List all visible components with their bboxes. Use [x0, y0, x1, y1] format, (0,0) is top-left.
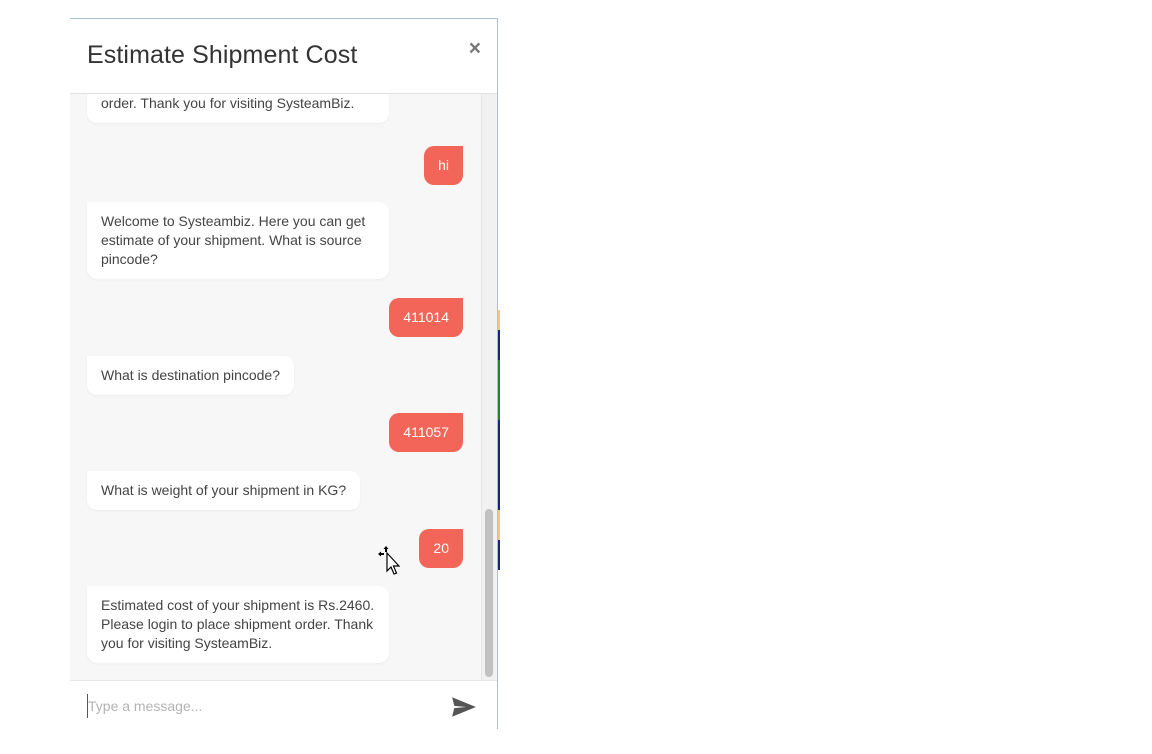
user-message: hi	[424, 146, 463, 185]
chat-header: Estimate Shipment Cost ×	[70, 19, 497, 94]
message-list: order. Thank you for visiting SysteamBiz…	[70, 94, 481, 680]
page: Estimate Shipment Cost × order. Thank yo…	[0, 0, 1152, 754]
bot-message: Estimated cost of your shipment is Rs.24…	[87, 586, 389, 663]
bot-message: What is weight of your shipment in KG?	[87, 471, 361, 510]
user-message: 411057	[389, 413, 463, 452]
bot-message: Welcome to Systeambiz. Here you can get …	[87, 202, 389, 279]
scrollbar[interactable]	[481, 94, 497, 680]
composer	[70, 680, 497, 729]
user-message: 411014	[389, 298, 463, 337]
chat-window: Estimate Shipment Cost × order. Thank yo…	[70, 18, 498, 729]
close-icon[interactable]: ×	[469, 38, 481, 59]
dialog-title: Estimate Shipment Cost	[87, 41, 358, 69]
scrollbar-thumb[interactable]	[485, 509, 493, 677]
bot-message: What is destination pincode?	[87, 356, 294, 395]
message-input[interactable]	[87, 694, 428, 718]
user-message: 20	[419, 529, 463, 568]
bot-message: order. Thank you for visiting SysteamBiz…	[87, 94, 389, 123]
send-icon[interactable]	[451, 696, 477, 718]
